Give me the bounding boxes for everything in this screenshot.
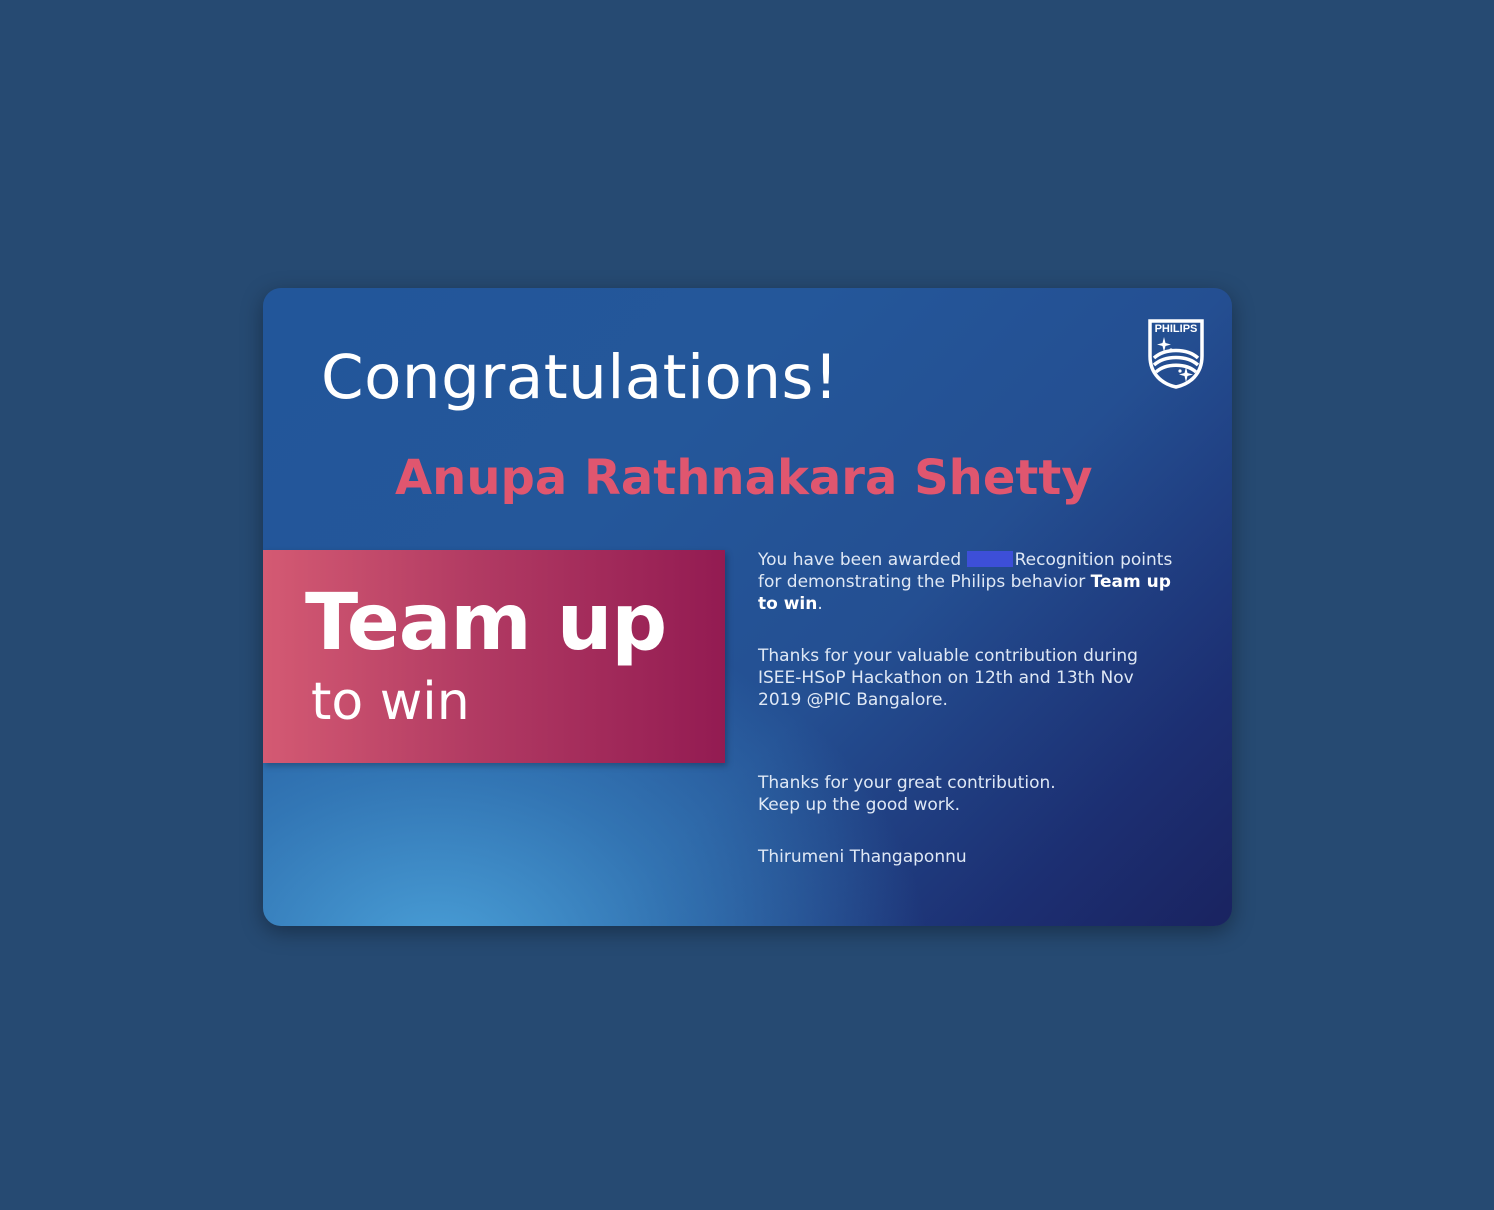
closing-line-1: Thanks for your great contribution. <box>758 773 1056 793</box>
award-message: You have been awarded Recognition points… <box>758 549 1178 615</box>
logo-text: PHILIPS <box>1155 323 1198 335</box>
recognition-card: Congratulations! Anupa Rathnakara Shetty… <box>263 288 1232 926</box>
contribution-message: Thanks for your valuable contribution du… <box>758 646 1138 710</box>
philips-shield-icon: PHILIPS <box>1148 319 1204 389</box>
behavior-banner: Team up to win <box>263 550 725 763</box>
banner-subtitle: to win <box>311 672 470 732</box>
closing-message: Thanks for your great contribution. Keep… <box>758 772 1178 816</box>
banner-title: Team up <box>305 578 667 668</box>
congratulations-heading: Congratulations! <box>321 342 839 413</box>
closing-line-2: Keep up the good work. <box>758 795 961 815</box>
redacted-points <box>966 551 1013 567</box>
behavior-end: . <box>817 594 823 614</box>
recipient-name: Anupa Rathnakara Shetty <box>395 450 1093 506</box>
signer-name: Thirumeni Thangaponnu <box>758 847 967 867</box>
award-prefix: You have been awarded <box>758 550 962 570</box>
